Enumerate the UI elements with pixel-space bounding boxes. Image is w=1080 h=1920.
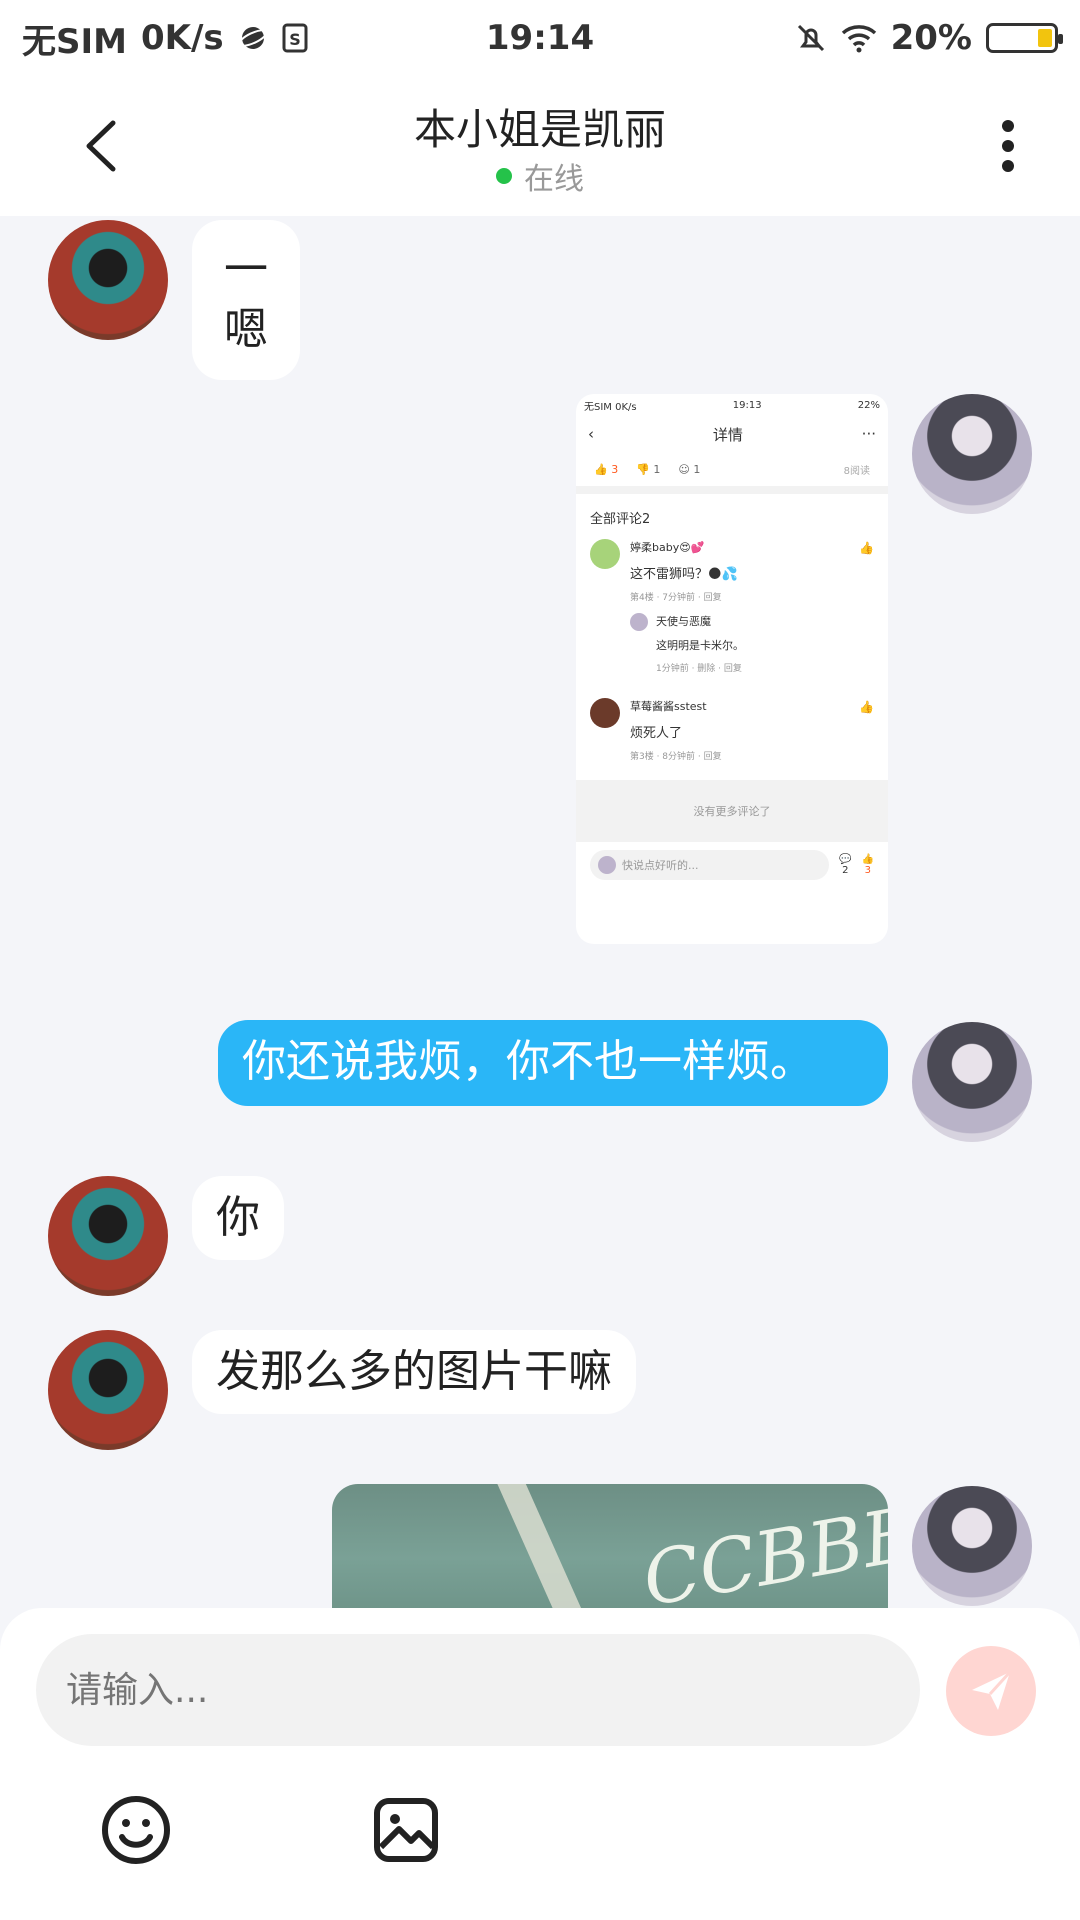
message-bubble[interactable]: 一 嗯 xyxy=(192,220,300,380)
shot-input-field: 快说点好听的... xyxy=(590,850,830,880)
message-bubble[interactable]: 发那么多的图片干嘛 xyxy=(192,1330,636,1414)
shot-reply-meta: 1分钟前 · 删除 · 回复 xyxy=(656,664,742,674)
image-message-photo[interactable]: CCBBB xyxy=(332,1484,888,1608)
more-options-button[interactable] xyxy=(988,114,1028,178)
message-bubble[interactable]: 你 xyxy=(192,1176,284,1260)
input-panel xyxy=(0,1608,1080,1920)
shot-comment-count: 2 xyxy=(842,865,849,876)
shot-comment: 婷柔baby😍💕 这不雷狮吗？🌑💦 第4楼 · 7分钟前 · 回复 天使与恶魔 … xyxy=(576,531,888,682)
message-list[interactable]: 一 嗯 无SIM 0K/s 19:13 22% ‹ 详情 ··· 👍 3 👎 1… xyxy=(0,216,1080,1608)
online-dot-icon xyxy=(496,168,512,184)
shot-reply-text: 这明明是卡米尔。 xyxy=(656,639,744,652)
battery-percent: 20% xyxy=(890,18,972,58)
shot-comment-icon: 💬 2 xyxy=(839,854,852,876)
network-speed: 0K/s xyxy=(140,18,224,58)
planet-icon xyxy=(237,27,268,49)
shot-reply-body: 天使与恶魔 这明明是卡米尔。 1分钟前 · 删除 · 回复 xyxy=(656,613,744,674)
smiley-icon xyxy=(102,1796,170,1864)
chat-header: 本小姐是凯丽 在线 xyxy=(0,76,1080,216)
shot-comment-meta: 第4楼 · 7分钟前 · 回复 xyxy=(630,593,722,603)
shot-section-title: 全部评论2 xyxy=(590,512,651,527)
shot-comment: 草莓酱酱sstest 烦死人了 第3楼 · 8分钟前 · 回复 👍 xyxy=(576,690,888,770)
contact-avatar[interactable] xyxy=(48,1176,168,1296)
sim-card-icon: S xyxy=(282,23,308,53)
online-label: 在线 xyxy=(524,162,584,197)
status-right: 20% xyxy=(795,18,1063,58)
shot-dislike-count: 1 xyxy=(653,462,661,476)
shot-status-bar: 无SIM 0K/s 19:13 22% xyxy=(576,394,888,416)
status-left: 无SIM 0K/s S xyxy=(22,14,308,63)
image-message-screenshot[interactable]: 无SIM 0K/s 19:13 22% ‹ 详情 ··· 👍 3 👎 1 ☺ 1… xyxy=(576,394,888,944)
shot-comment-text: 烦死人了 xyxy=(630,726,683,741)
shot-reply: 天使与恶魔 这明明是卡米尔。 1分钟前 · 删除 · 回复 xyxy=(630,613,874,674)
message-bubble[interactable]: 你还说我烦，你不也一样烦。 xyxy=(218,1020,888,1106)
my-avatar[interactable] xyxy=(912,394,1032,514)
shot-like: 👍 3 xyxy=(594,462,619,476)
emoji-button[interactable] xyxy=(98,1792,174,1868)
shot-comment-avatar xyxy=(590,539,620,569)
message-input[interactable] xyxy=(36,1634,920,1746)
shot-input-placeholder: 快说点好听的... xyxy=(622,859,699,872)
shot-more-icon: ··· xyxy=(861,425,876,443)
shot-comment-body: 婷柔baby😍💕 这不雷狮吗？🌑💦 第4楼 · 7分钟前 · 回复 天使与恶魔 … xyxy=(630,539,874,674)
shot-like-icon: 👍 3 xyxy=(861,854,874,876)
shot-time: 19:13 xyxy=(732,399,762,411)
shot-like-count-bottom: 3 xyxy=(864,865,871,876)
image-picker-button[interactable] xyxy=(368,1792,444,1868)
shot-reads: 8阅读 xyxy=(843,465,870,477)
shot-thumb-icon: 👍 xyxy=(859,700,874,714)
shot-stats: 👍 3 👎 1 ☺ 1 8阅读 xyxy=(576,452,888,494)
shot-title: 详情 xyxy=(712,425,743,444)
shot-thumb-icon: 👍 xyxy=(859,541,874,555)
send-icon xyxy=(972,1670,1012,1710)
shot-status-left: 无SIM 0K/s xyxy=(584,401,637,413)
contact-avatar[interactable] xyxy=(48,1330,168,1450)
battery-icon xyxy=(986,23,1063,53)
shot-reply-avatar xyxy=(630,613,648,631)
shot-input-bar: 快说点好听的... 💬 2 👍 3 xyxy=(576,842,888,888)
mute-bell-icon xyxy=(797,24,824,52)
shot-like-count: 3 xyxy=(611,462,619,476)
shot-comment-name: 婷柔baby😍💕 xyxy=(630,541,705,554)
photo-chalk-text: CCBBB xyxy=(636,1490,888,1608)
shot-input-avatar xyxy=(598,856,616,874)
my-avatar[interactable] xyxy=(912,1486,1032,1606)
shot-comment-name: 草莓酱酱sstest xyxy=(630,700,707,713)
status-bar: 无SIM 0K/s S 19:14 20% xyxy=(0,0,1080,76)
image-icon xyxy=(374,1798,438,1862)
shot-comment-body: 草莓酱酱sstest 烦死人了 第3楼 · 8分钟前 · 回复 xyxy=(630,698,874,762)
shot-reply-name: 天使与恶魔 xyxy=(656,615,711,628)
more-vertical-icon xyxy=(1002,120,1014,172)
contact-name: 本小姐是凯丽 xyxy=(413,105,666,154)
shot-header: ‹ 详情 ··· xyxy=(576,416,888,452)
shot-comment-text: 这不雷狮吗？🌑💦 xyxy=(630,567,738,582)
online-status: 在线 xyxy=(0,154,1080,198)
shot-dislike: 👎 1 xyxy=(636,462,661,476)
shot-no-more: 没有更多评论了 xyxy=(576,780,888,842)
shot-comment-meta: 第3楼 · 8分钟前 · 回复 xyxy=(630,752,722,762)
send-button[interactable] xyxy=(946,1646,1036,1736)
shot-emoji-count: 1 xyxy=(693,462,701,476)
svg-text:S: S xyxy=(289,30,301,49)
carrier-label: 无SIM xyxy=(22,21,127,62)
contact-avatar[interactable] xyxy=(48,220,168,340)
shot-battery: 22% xyxy=(857,399,880,411)
shot-back-icon: ‹ xyxy=(588,425,594,443)
wifi-icon xyxy=(841,25,876,53)
shot-comment-avatar xyxy=(590,698,620,728)
my-avatar[interactable] xyxy=(912,1022,1032,1142)
photo-chalk-stick xyxy=(494,1484,596,1608)
shot-emoji: ☺ 1 xyxy=(678,462,701,476)
